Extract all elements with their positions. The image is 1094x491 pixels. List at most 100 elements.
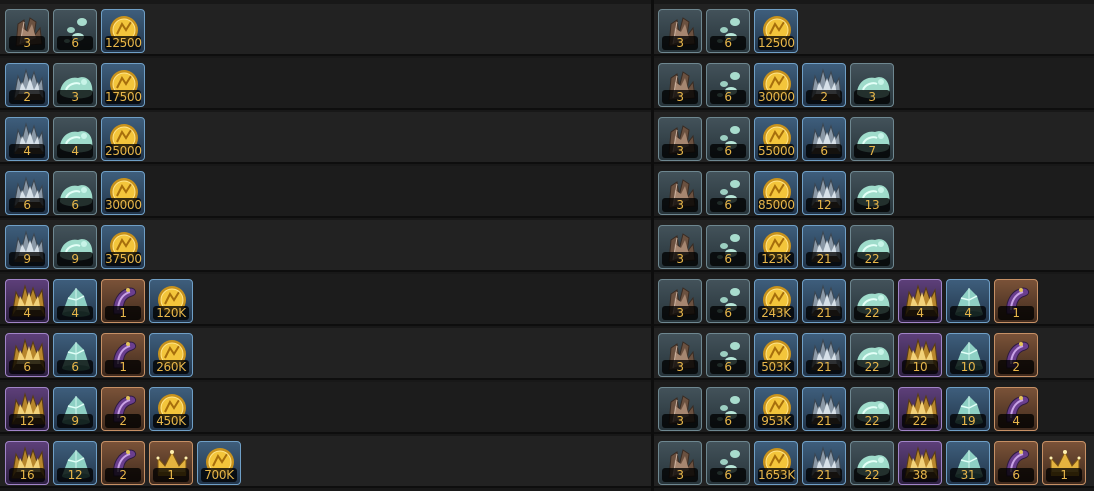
item-slot-coin[interactable]: 503K [754, 333, 798, 377]
item-slot-crown[interactable]: 1 [149, 441, 193, 485]
item-slot-horn[interactable]: 4 [994, 387, 1038, 431]
item-slot-aqua-gem[interactable]: 9 [53, 225, 97, 269]
item-slot-gem[interactable]: 6 [706, 279, 750, 323]
item-slot-gem[interactable]: 6 [706, 333, 750, 377]
item-slot-silver-ore[interactable]: 21 [802, 279, 846, 323]
item-slot-crystal-gem[interactable]: 4 [946, 279, 990, 323]
item-slot-silver-ore[interactable]: 21 [802, 387, 846, 431]
item-slot-ore[interactable]: 3 [658, 117, 702, 161]
item-slot-coin[interactable]: 17500 [101, 63, 145, 107]
item-slot-horn[interactable]: 1 [101, 333, 145, 377]
item-slot-crystal-gem[interactable]: 19 [946, 387, 990, 431]
item-slot-aqua-gem[interactable]: 22 [850, 279, 894, 323]
item-slot-aqua-gem[interactable]: 4 [53, 117, 97, 161]
item-slot-gold-ore[interactable]: 6 [5, 333, 49, 377]
item-quantity: 22 [854, 306, 890, 320]
item-slot-ore[interactable]: 3 [658, 387, 702, 431]
item-slot-coin[interactable]: 450K [149, 387, 193, 431]
item-slot-coin[interactable]: 85000 [754, 171, 798, 215]
item-slot-silver-ore[interactable]: 2 [802, 63, 846, 107]
item-slot-crystal-gem[interactable]: 6 [53, 333, 97, 377]
item-slot-gold-ore[interactable]: 16 [5, 441, 49, 485]
item-slot-silver-ore[interactable]: 2 [5, 63, 49, 107]
item-slot-ore[interactable]: 3 [658, 171, 702, 215]
item-slot-gold-ore[interactable]: 4 [898, 279, 942, 323]
item-slot-horn[interactable]: 1 [101, 279, 145, 323]
item-slot-crystal-gem[interactable]: 10 [946, 333, 990, 377]
item-slot-crown[interactable]: 1 [1042, 441, 1086, 485]
item-slot-gem[interactable]: 6 [706, 117, 750, 161]
item-slot-horn[interactable]: 2 [101, 387, 145, 431]
item-slot-gold-ore[interactable]: 12 [5, 387, 49, 431]
item-slot-coin[interactable]: 55000 [754, 117, 798, 161]
item-slot-silver-ore[interactable]: 4 [5, 117, 49, 161]
item-slot-ore[interactable]: 3 [658, 9, 702, 53]
item-slot-gem[interactable]: 6 [706, 9, 750, 53]
item-slot-coin[interactable]: 260K [149, 333, 193, 377]
item-slot-coin[interactable]: 12500 [754, 9, 798, 53]
item-slot-coin[interactable]: 123K [754, 225, 798, 269]
item-slot-aqua-gem[interactable]: 3 [53, 63, 97, 107]
item-slot-aqua-gem[interactable]: 13 [850, 171, 894, 215]
item-quantity: 4 [950, 306, 986, 320]
item-quantity: 6 [9, 198, 45, 212]
item-quantity: 260K [153, 360, 189, 374]
item-slot-coin[interactable]: 700K [197, 441, 241, 485]
item-quantity: 6 [806, 144, 842, 158]
item-slot-gem[interactable]: 6 [53, 9, 97, 53]
item-slot-crystal-gem[interactable]: 12 [53, 441, 97, 485]
item-slot-silver-ore[interactable]: 21 [802, 441, 846, 485]
item-slot-silver-ore[interactable]: 21 [802, 225, 846, 269]
item-slot-gem[interactable]: 6 [706, 225, 750, 269]
item-quantity: 9 [9, 252, 45, 266]
item-slot-gem[interactable]: 6 [706, 387, 750, 431]
item-quantity: 12500 [105, 36, 142, 50]
item-slot-horn[interactable]: 6 [994, 441, 1038, 485]
item-slot-silver-ore[interactable]: 6 [802, 117, 846, 161]
item-slot-horn[interactable]: 2 [994, 333, 1038, 377]
item-slot-aqua-gem[interactable]: 22 [850, 333, 894, 377]
item-slot-gold-ore[interactable]: 22 [898, 387, 942, 431]
item-slot-horn[interactable]: 1 [994, 279, 1038, 323]
item-slot-silver-ore[interactable]: 21 [802, 333, 846, 377]
item-slot-ore[interactable]: 3 [658, 333, 702, 377]
item-slot-coin[interactable]: 37500 [101, 225, 145, 269]
item-slot-coin[interactable]: 12500 [101, 9, 145, 53]
item-slot-coin[interactable]: 953K [754, 387, 798, 431]
item-slot-aqua-gem[interactable]: 22 [850, 225, 894, 269]
item-slot-coin[interactable]: 30000 [754, 63, 798, 107]
item-slot-crystal-gem[interactable]: 31 [946, 441, 990, 485]
item-slot-coin[interactable]: 243K [754, 279, 798, 323]
item-slot-gold-ore[interactable]: 38 [898, 441, 942, 485]
item-slot-horn[interactable]: 2 [101, 441, 145, 485]
item-slot-gem[interactable]: 6 [706, 441, 750, 485]
item-slot-gem[interactable]: 6 [706, 171, 750, 215]
item-slot-coin[interactable]: 25000 [101, 117, 145, 161]
item-slot-ore[interactable]: 3 [658, 225, 702, 269]
item-quantity: 6 [710, 144, 746, 158]
item-slot-silver-ore[interactable]: 6 [5, 171, 49, 215]
item-slot-ore[interactable]: 3 [5, 9, 49, 53]
item-slot-aqua-gem[interactable]: 22 [850, 387, 894, 431]
item-slot-coin[interactable]: 30000 [101, 171, 145, 215]
item-slot-crystal-gem[interactable]: 4 [53, 279, 97, 323]
left-row-7: 6 6 1 260K [0, 328, 651, 380]
item-slot-ore[interactable]: 3 [658, 63, 702, 107]
item-slot-gold-ore[interactable]: 4 [5, 279, 49, 323]
item-quantity: 2 [105, 468, 141, 482]
item-slot-aqua-gem[interactable]: 3 [850, 63, 894, 107]
item-slot-gold-ore[interactable]: 10 [898, 333, 942, 377]
item-slot-gem[interactable]: 6 [706, 63, 750, 107]
item-slot-ore[interactable]: 3 [658, 441, 702, 485]
item-quantity: 12 [806, 198, 842, 212]
item-slot-silver-ore[interactable]: 12 [802, 171, 846, 215]
item-slot-ore[interactable]: 3 [658, 279, 702, 323]
item-slot-coin[interactable]: 1653K [754, 441, 798, 485]
item-slot-aqua-gem[interactable]: 7 [850, 117, 894, 161]
item-slot-aqua-gem[interactable]: 22 [850, 441, 894, 485]
item-quantity: 6 [710, 90, 746, 104]
item-slot-aqua-gem[interactable]: 6 [53, 171, 97, 215]
item-slot-silver-ore[interactable]: 9 [5, 225, 49, 269]
item-slot-crystal-gem[interactable]: 9 [53, 387, 97, 431]
item-slot-coin[interactable]: 120K [149, 279, 193, 323]
